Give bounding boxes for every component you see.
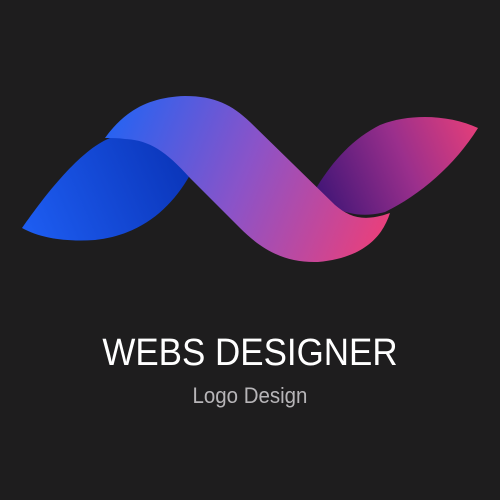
ribbon-wave-logo-icon bbox=[22, 96, 478, 263]
right-leaf-shape bbox=[315, 117, 478, 215]
tagline: Logo Design bbox=[192, 383, 308, 408]
brand-name: WEBS DESIGNER bbox=[102, 332, 398, 374]
